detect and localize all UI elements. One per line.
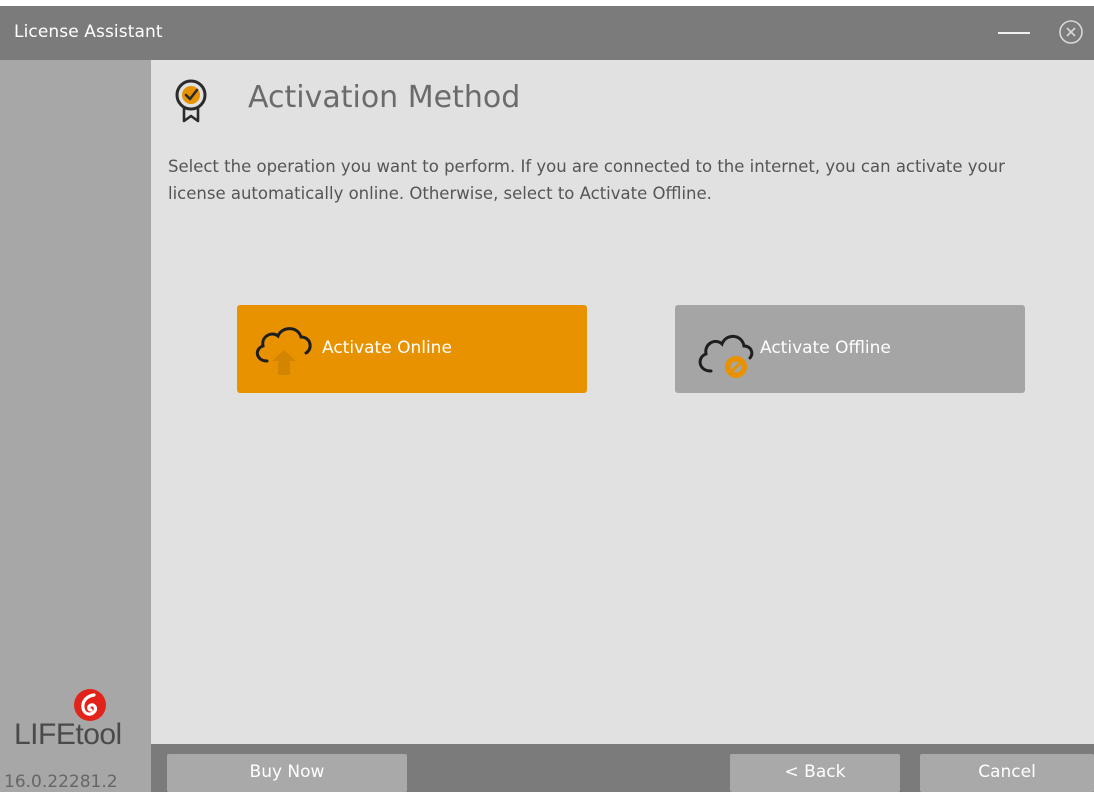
license-assistant-window: License Assistant LIFEtool 16.0.22281.2 [0,6,1094,792]
cloud-offline-icon [698,334,754,378]
close-circle-icon [1059,20,1083,44]
instructions-text: Select the operation you want to perform… [168,157,1005,203]
back-button[interactable]: < Back [730,754,900,792]
cancel-button[interactable]: Cancel [920,754,1094,792]
buy-now-button[interactable]: Buy Now [167,754,407,792]
footer-bar: Buy Now < Back Cancel [151,744,1094,792]
close-button[interactable] [1058,19,1084,45]
main-content: Activation Method Select the operation y… [151,60,1094,744]
cloud-upload-icon [255,327,312,375]
badge-check-icon [175,79,207,123]
title-bar[interactable]: License Assistant [0,6,1094,60]
minimize-button[interactable] [994,16,1034,50]
logo-text: LIFEtool [14,718,122,751]
page-title: Activation Method [248,80,521,115]
lifetool-logo-mark-icon [74,689,106,721]
sidebar: LIFEtool 16.0.22281.2 [0,60,151,792]
activate-offline-label: Activate Offline [760,338,891,358]
activate-online-label: Activate Online [322,338,452,358]
minimize-icon [998,32,1030,34]
activate-online-button[interactable]: Activate Online [237,305,587,393]
version-label: 16.0.22281.2 [4,772,118,792]
activate-offline-button[interactable]: Activate Offline [675,305,1025,393]
window-title: License Assistant [14,22,163,42]
lifetool-logo: LIFEtool [14,688,139,751]
